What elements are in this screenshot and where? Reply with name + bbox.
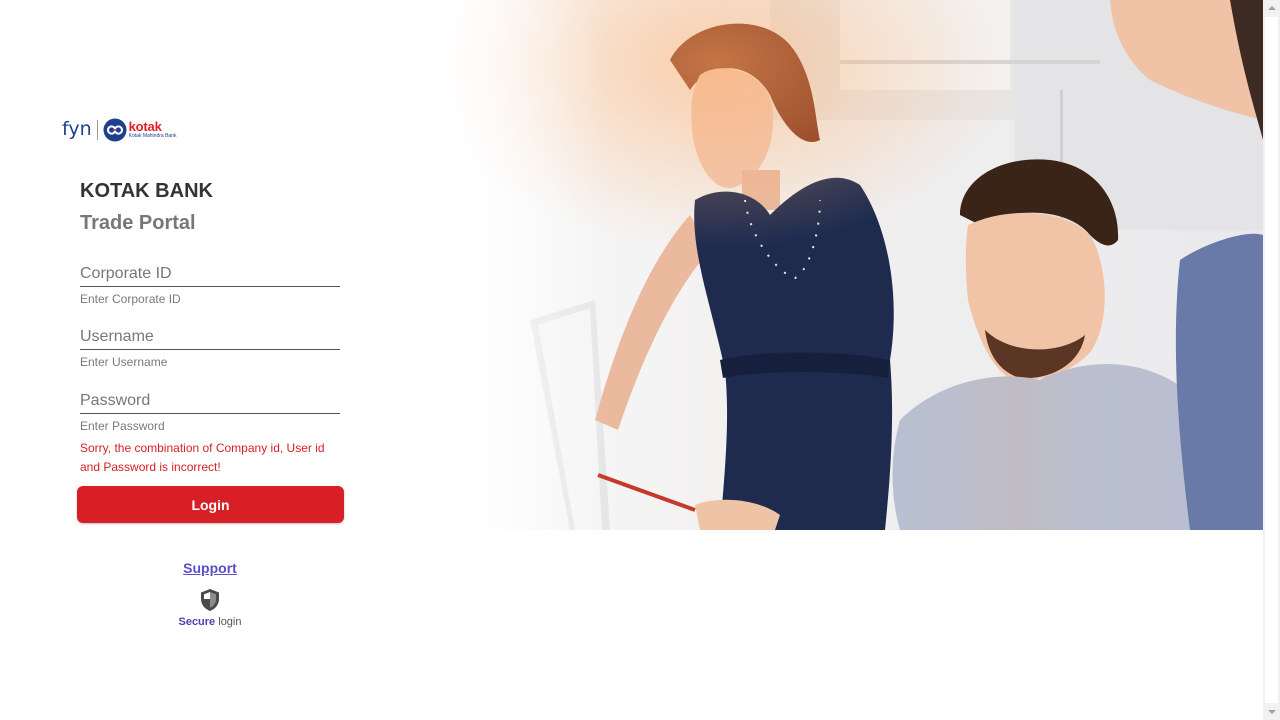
hero-image — [420, 0, 1263, 530]
login-button[interactable]: Login — [77, 486, 344, 523]
fyn-kotak-logo: fyn kotak Kotak Mahindra Bank — [62, 117, 176, 143]
corporate-id-field: Corporate ID Enter Corporate ID — [80, 262, 340, 306]
scroll-thumb[interactable] — [1265, 17, 1278, 703]
username-input[interactable] — [80, 349, 340, 350]
password-hint: Enter Password — [80, 419, 165, 433]
password-label: Password — [80, 392, 151, 409]
username-label: Username — [80, 328, 154, 345]
secure-login-label: Secure login — [0, 616, 420, 628]
support-container: Support — [0, 560, 420, 578]
kotak-logo-icon — [103, 118, 127, 142]
corporate-id-input[interactable] — [80, 286, 340, 287]
vertical-scrollbar[interactable] — [1263, 0, 1280, 720]
scroll-up-arrow-icon[interactable] — [1263, 0, 1280, 17]
corporate-id-hint: Enter Corporate ID — [80, 292, 181, 306]
page-title: KOTAK BANK — [80, 180, 213, 202]
password-field: Password Enter Password — [80, 389, 340, 433]
username-hint: Enter Username — [80, 355, 168, 369]
kotak-logo-wordmark: kotak Kotak Mahindra Bank — [128, 119, 177, 139]
username-field: Username Enter Username — [80, 325, 340, 369]
fyn-logo-text: fyn — [62, 117, 92, 140]
secure-label-rest: login — [218, 616, 242, 628]
scroll-down-arrow-icon[interactable] — [1263, 703, 1280, 720]
kotak-wordmark-sub: Kotak Mahindra Bank — [128, 133, 177, 139]
login-error-message: Sorry, the combination of Company id, Us… — [80, 441, 325, 474]
logo-divider — [96, 120, 98, 140]
corporate-id-label: Corporate ID — [80, 265, 172, 282]
login-panel: fyn kotak Kotak Mahindra Bank KOTAK BANK… — [0, 0, 420, 720]
support-link[interactable]: Support — [183, 560, 237, 576]
kotak-wordmark: kotak — [128, 119, 162, 134]
page-subtitle: Trade Portal — [80, 212, 196, 234]
secure-label-strong: Secure — [178, 616, 216, 628]
password-input[interactable] — [80, 413, 340, 414]
shield-icon — [199, 588, 221, 612]
hero-photo-illustration — [420, 0, 1263, 530]
